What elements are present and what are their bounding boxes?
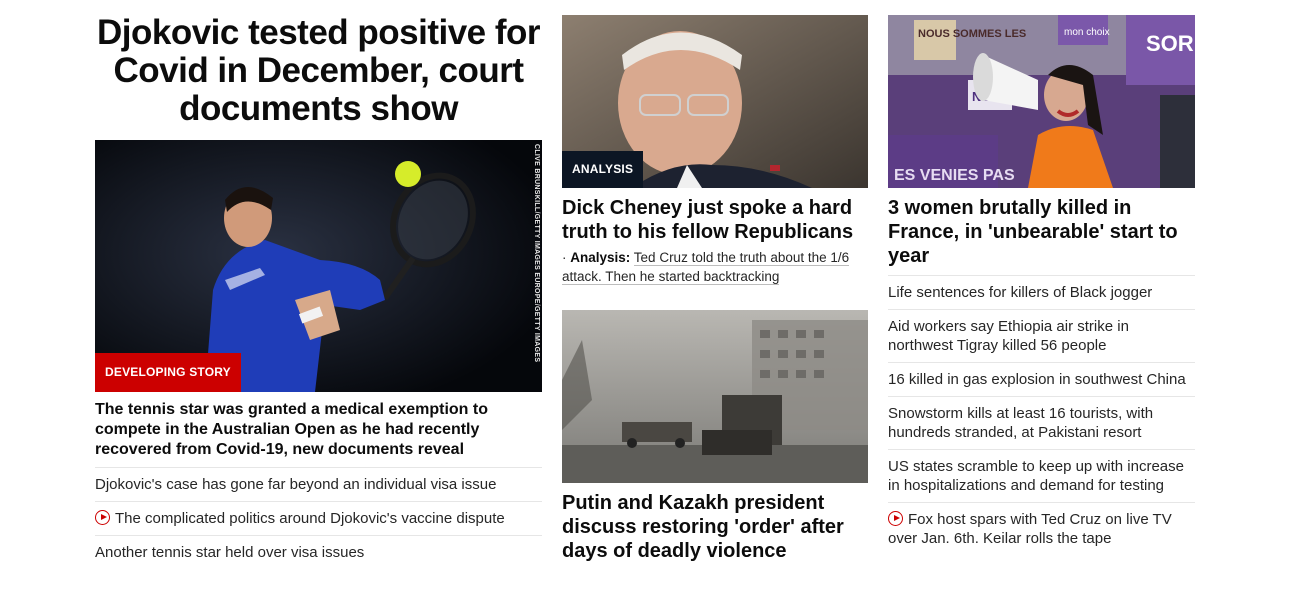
sign-text: SOR <box>1146 31 1194 56</box>
headline-link[interactable]: Fox host spars with Ted Cruz on live TV … <box>888 511 1172 547</box>
lead-related-list: Djokovic's case has gone far beyond an i… <box>95 468 542 569</box>
list-item[interactable]: Djokovic's case has gone far beyond an i… <box>95 468 542 502</box>
related-link[interactable]: Another tennis star held over visa issue… <box>95 544 364 561</box>
right-headline-list: Life sentences for killers of Black jogg… <box>888 276 1195 555</box>
middle-stories: ANALYSIS Dick Cheney just spoke a hard t… <box>562 0 868 563</box>
photo-credit: CLIVE BRUNSKILL/GETTY IMAGES EUROPE/GETT… <box>533 144 540 363</box>
lead-image[interactable]: CLIVE BRUNSKILL/GETTY IMAGES EUROPE/GETT… <box>95 140 542 392</box>
list-item[interactable]: The complicated politics around Djokovic… <box>95 502 542 536</box>
cheney-image[interactable]: ANALYSIS <box>562 15 868 188</box>
list-item[interactable]: Fox host spars with Ted Cruz on live TV … <box>888 503 1195 555</box>
list-item[interactable]: US states scramble to keep up with incre… <box>888 450 1195 503</box>
bullet: · <box>562 250 571 265</box>
sign-text: mon choix <box>1064 27 1110 38</box>
developing-story-badge: DEVELOPING STORY <box>95 353 241 392</box>
list-item[interactable]: Another tennis star held over visa issue… <box>95 536 542 569</box>
kazakh-image[interactable] <box>562 310 868 483</box>
cheney-story: ANALYSIS Dick Cheney just spoke a hard t… <box>562 15 868 288</box>
analysis-label: Analysis: <box>570 250 631 265</box>
list-item[interactable]: Life sentences for killers of Black jogg… <box>888 276 1195 310</box>
analysis-badge: ANALYSIS <box>562 151 644 188</box>
kazakh-story: Putin and Kazakh president discuss resto… <box>562 310 868 563</box>
play-video-icon <box>888 511 903 526</box>
headline-link[interactable]: Aid workers say Ethiopia air strike in n… <box>888 318 1129 354</box>
related-link[interactable]: Djokovic's case has gone far beyond an i… <box>95 476 496 493</box>
list-item[interactable]: Snowstorm kills at least 16 tourists, wi… <box>888 397 1195 450</box>
headline-link[interactable]: US states scramble to keep up with incre… <box>888 458 1184 494</box>
list-item[interactable]: 16 killed in gas explosion in southwest … <box>888 363 1195 397</box>
sign-text: ES VENIES PAS <box>894 167 1015 184</box>
related-link[interactable]: The complicated politics around Djokovic… <box>115 510 505 527</box>
putin-headline[interactable]: Putin and Kazakh president discuss resto… <box>562 491 868 563</box>
lead-headline[interactable]: Djokovic tested positive for Covid in De… <box>95 14 542 128</box>
analysis-sublink[interactable]: · Analysis: Ted Cruz told the truth abou… <box>562 248 868 288</box>
sign-text: NOUS SOMMES LES <box>918 28 1026 40</box>
lead-summary[interactable]: The tennis star was granted a medical ex… <box>95 400 542 468</box>
right-stories: SOR NOUS SOMMES LES mon choix NOUS ES VE… <box>888 0 1195 555</box>
headline-link[interactable]: Life sentences for killers of Black jogg… <box>888 284 1152 301</box>
lead-story: Djokovic tested positive for Covid in De… <box>95 0 542 569</box>
headline-link[interactable]: Snowstorm kills at least 16 tourists, wi… <box>888 405 1153 441</box>
france-protest-photo: SOR NOUS SOMMES LES mon choix NOUS ES VE… <box>888 15 1195 188</box>
cheney-headline[interactable]: Dick Cheney just spoke a hard truth to h… <box>562 196 868 244</box>
kazakh-street-photo <box>562 310 868 483</box>
headline-link[interactable]: 16 killed in gas explosion in southwest … <box>888 371 1186 388</box>
france-headline[interactable]: 3 women brutally killed in France, in 'u… <box>888 196 1195 276</box>
list-item[interactable]: Aid workers say Ethiopia air strike in n… <box>888 310 1195 363</box>
play-video-icon <box>95 510 110 525</box>
france-protest-image[interactable]: SOR NOUS SOMMES LES mon choix NOUS ES VE… <box>888 15 1195 188</box>
